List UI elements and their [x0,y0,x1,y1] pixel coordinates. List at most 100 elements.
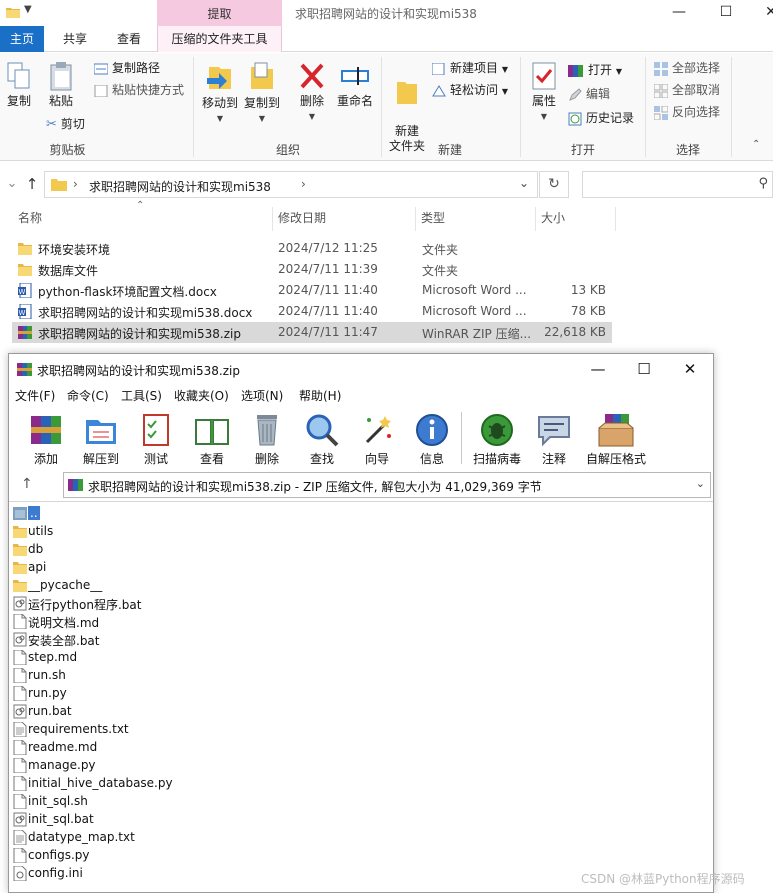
column-separator[interactable] [615,207,616,231]
collapse-ribbon-icon[interactable]: ⌃ [752,139,760,150]
scissors-icon: ✂ [46,116,57,132]
copy-path-button[interactable]: 复制路径 [94,59,160,77]
menu-options[interactable]: 选项(N) [241,387,283,404]
close-button[interactable]: ✕ [748,0,773,26]
open-button[interactable]: 打开 ▼ [568,61,622,79]
column-type[interactable]: 类型 [421,207,445,229]
extract-to-button[interactable]: 解压到 [77,412,125,467]
folder-icon[interactable] [6,6,20,18]
close-button[interactable]: ✕ [667,356,713,382]
archive-entry[interactable]: config.ini [12,865,512,883]
menu-tools[interactable]: 工具(S) [121,387,162,404]
archive-entry[interactable]: __pycache__ [12,577,512,595]
delete-button[interactable]: 删除 ▼ [296,61,328,124]
archive-entry[interactable]: run.py [12,685,512,703]
info-button[interactable]: 信息 [408,412,456,467]
address-bar[interactable]: › 求职招聘网站的设计和实现mi538 › ⌄ [44,171,538,198]
scan-virus-button[interactable]: 扫描病毒 [471,412,523,467]
select-none-button[interactable]: 全部取消 [654,81,720,99]
archive-entry[interactable]: init_sql.bat [12,811,512,829]
minimize-button[interactable]: — [656,0,702,26]
file-size: 13 KB [570,283,606,297]
menu-favorites[interactable]: 收藏夹(O) [174,387,229,404]
menu-file[interactable]: 文件(F) [15,387,55,404]
column-separator[interactable] [272,207,273,231]
maximize-button[interactable]: ☐ [621,356,667,382]
column-size[interactable]: 大小 [541,207,565,229]
file-row[interactable]: Wpython-flask环境配置文档.docx 2024/7/11 11:40 M… [12,280,612,301]
quick-access-dropdown-icon[interactable]: ▼ [24,4,38,16]
cut-button[interactable]: ✂ 剪切 [46,115,85,133]
refresh-button[interactable]: ↻ [539,171,569,198]
select-all-icon [654,61,668,76]
minimize-button[interactable]: — [575,356,621,382]
up-arrow-icon[interactable]: ↑ [22,174,42,194]
archive-entry[interactable]: initial_hive_database.py [12,775,512,793]
add-button[interactable]: 添加 [22,412,70,467]
file-row[interactable]: 数据库文件 2024/7/11 11:39 文件夹 [12,259,612,280]
file-row[interactable]: 环境安装环境 2024/7/12 11:25 文件夹 [12,238,612,259]
move-to-button[interactable]: 移动到 ▼ [200,61,240,126]
archive-entry[interactable]: 运行python程序.bat [12,595,512,613]
archive-entry[interactable]: run.bat [12,703,512,721]
folder-icon [13,526,27,538]
column-separator[interactable] [415,207,416,231]
copy-to-button[interactable]: 复制到 ▼ [242,61,282,126]
file-row[interactable]: W 求职招聘网站的设计和实现mi538.docx 2024/7/11 11:40 Mi… [12,301,612,322]
archive-entry[interactable]: manage.py [12,757,512,775]
history-button[interactable]: 历史记录 [568,109,634,127]
find-button[interactable]: 查找 [298,412,346,467]
file-row[interactable]: 求职招聘网站的设计和实现mi538.zip 2024/7/11 11:47 WinR… [12,322,612,343]
new-group-label: 新建 [437,143,462,157]
paste-shortcut-button[interactable]: 粘贴快捷方式 [94,81,184,99]
address-dropdown-icon[interactable]: ⌄ [519,176,529,190]
archive-entry[interactable]: step.md [12,649,512,667]
archive-entry[interactable]: .. [12,505,512,523]
rename-button[interactable]: 重命名 [334,61,376,109]
easy-access-button[interactable]: 轻松访问 ▼ [432,81,508,99]
menu-help[interactable]: 帮助(H) [299,387,341,404]
select-all-button[interactable]: 全部选择 [654,59,720,77]
archive-entry[interactable]: utils [12,523,512,541]
copy-button[interactable]: 复制 [4,61,34,109]
paste-button[interactable]: 粘贴 [46,61,76,109]
column-date[interactable]: 修改日期 [278,207,326,229]
archive-entry[interactable]: configs.py [12,847,512,865]
new-item-button[interactable]: 新建项目 ▼ [432,59,508,77]
back-chevron-icon[interactable]: ⌄ [2,174,22,194]
tab-view[interactable]: 查看 [104,26,154,52]
tab-share[interactable]: 共享 [50,26,100,52]
search-input[interactable]: ⚲ [582,171,773,198]
archive-entry[interactable]: readme.md [12,739,512,757]
archive-entry[interactable]: api [12,559,512,577]
sfx-button[interactable]: 自解压格式 [585,412,647,467]
extract-context-tab[interactable]: 提取 [157,0,282,26]
up-arrow-icon[interactable]: ↑ [21,476,33,492]
properties-button[interactable]: 属性 ▼ [528,61,560,124]
tab-compressed-folder-tools[interactable]: 压缩的文件夹工具 [157,26,282,52]
tab-home[interactable]: 主页 [0,26,44,52]
archive-entry[interactable]: 说明文档.md [12,613,512,631]
edit-button[interactable]: 编辑 [568,85,610,103]
column-name[interactable]: 名称 [18,207,42,229]
archive-entry[interactable]: 安装全部.bat [12,631,512,649]
menu-commands[interactable]: 命令(C) [67,387,109,404]
archive-entry[interactable]: run.sh [12,667,512,685]
test-button[interactable]: 测试 [132,412,180,467]
archive-entry[interactable]: init_sql.sh [12,793,512,811]
delete-button[interactable]: 删除 [243,412,291,467]
comment-button[interactable]: 注释 [530,412,578,467]
maximize-button[interactable]: ☐ [703,0,749,26]
address-path[interactable]: 求职招聘网站的设计和实现mi538 [89,178,271,195]
view-button[interactable]: 查看 [188,412,236,467]
edit-pencil-icon [569,87,582,101]
archive-entry[interactable]: db [12,541,512,559]
archive-entry[interactable]: datatype_map.txt [12,829,512,847]
archive-entry[interactable]: requirements.txt [12,721,512,739]
invert-selection-button[interactable]: 反向选择 [654,103,720,121]
archive-path-box[interactable]: 求职招聘网站的设计和实现mi538.zip - ZIP 压缩文件, 解包大小为 … [63,472,711,498]
search-icon[interactable]: ⚲ [758,176,768,191]
path-dropdown-icon[interactable]: ⌄ [696,477,705,490]
column-separator[interactable] [535,207,536,231]
wizard-button[interactable]: 向导 [353,412,401,467]
